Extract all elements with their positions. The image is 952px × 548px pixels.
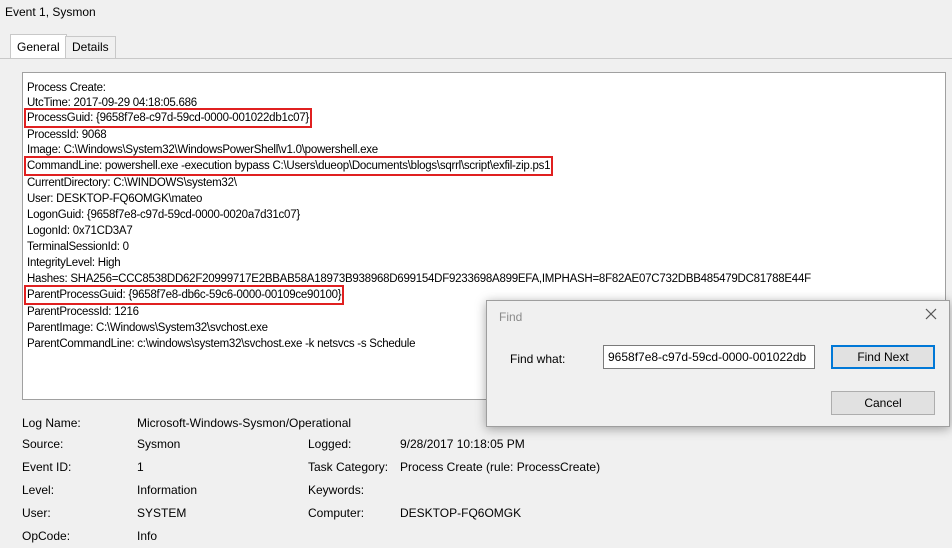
cancel-button[interactable]: Cancel (831, 391, 935, 415)
event-line-user: User: DESKTOP-FQ6OMGK\mateo (27, 193, 203, 205)
computer-value: DESKTOP-FQ6OMGK (400, 506, 522, 520)
event-line-parentprocessid: ParentProcessId: 1216 (27, 306, 139, 318)
window-title: Event 1, Sysmon (5, 5, 96, 19)
close-icon[interactable] (923, 306, 939, 322)
event-id-value: 1 (137, 460, 144, 474)
source-label: Source: (22, 437, 64, 451)
event-line-parentcommandline: ParentCommandLine: c:\windows\system32\s… (27, 338, 416, 350)
user-label: User: (22, 506, 51, 520)
event-id-label: Event ID: (22, 460, 72, 474)
event-line-header: Process Create: (27, 82, 106, 94)
user-value: SYSTEM (137, 506, 187, 520)
find-dialog[interactable]: Find Find what: Find Next Cancel (486, 300, 950, 427)
event-line-parentprocessguid: ParentProcessGuid: {9658f7e8-db6c-59c6-0… (23, 285, 345, 305)
computer-label: Computer: (308, 506, 365, 520)
opcode-label: OpCode: (22, 529, 71, 543)
event-line-integritylevel: IntegrityLevel: High (27, 257, 121, 269)
source-value: Sysmon (137, 437, 181, 451)
event-line-logonguid: LogonGuid: {9658f7e8-c97d-59cd-0000-0020… (27, 209, 300, 221)
logged-label: Logged: (308, 437, 352, 451)
event-line-processid: ProcessId: 9068 (27, 129, 107, 141)
event-line-processguid: ProcessGuid: {9658f7e8-c97d-59cd-0000-00… (24, 108, 312, 128)
window-title-bar: Event 1, Sysmon (0, 0, 952, 25)
level-value: Information (137, 483, 198, 497)
task-category-value: Process Create (rule: ProcessCreate) (400, 460, 601, 474)
event-line-parentimage: ParentImage: C:\Windows\System32\svchost… (27, 322, 268, 334)
event-line-image: Image: C:\Windows\System32\WindowsPowerS… (27, 144, 378, 156)
logged-value: 9/28/2017 10:18:05 PM (400, 437, 525, 451)
event-line-commandline: CommandLine: powershell.exe -execution b… (23, 156, 554, 176)
find-what-label: Find what: (510, 352, 566, 366)
find-next-button[interactable]: Find Next (831, 345, 935, 369)
task-category-label: Task Category: (308, 460, 389, 474)
event-line-terminalsessionid: TerminalSessionId: 0 (27, 241, 129, 253)
event-line-hashes: Hashes: SHA256=CCC8538DD62F20999717E2BBA… (27, 273, 811, 285)
tab-general[interactable]: General (10, 34, 67, 60)
find-what-input[interactable] (603, 345, 815, 369)
tab-details[interactable]: Details (65, 36, 116, 58)
tab-strip: General Details (0, 24, 952, 60)
log-name-label: Log Name: (22, 416, 81, 430)
log-name-value: Microsoft-Windows-Sysmon/Operational (137, 416, 352, 430)
event-line-currentdirectory: CurrentDirectory: C:\WINDOWS\system32\ (27, 177, 237, 189)
level-label: Level: (22, 483, 55, 497)
keywords-label: Keywords: (308, 483, 365, 497)
find-dialog-title: Find (499, 310, 523, 324)
event-line-logonid: LogonId: 0x71CD3A7 (27, 225, 133, 237)
opcode-value: Info (137, 529, 158, 543)
event-line-utctime: UtcTime: 2017-09-29 04:18:05.686 (27, 97, 197, 109)
